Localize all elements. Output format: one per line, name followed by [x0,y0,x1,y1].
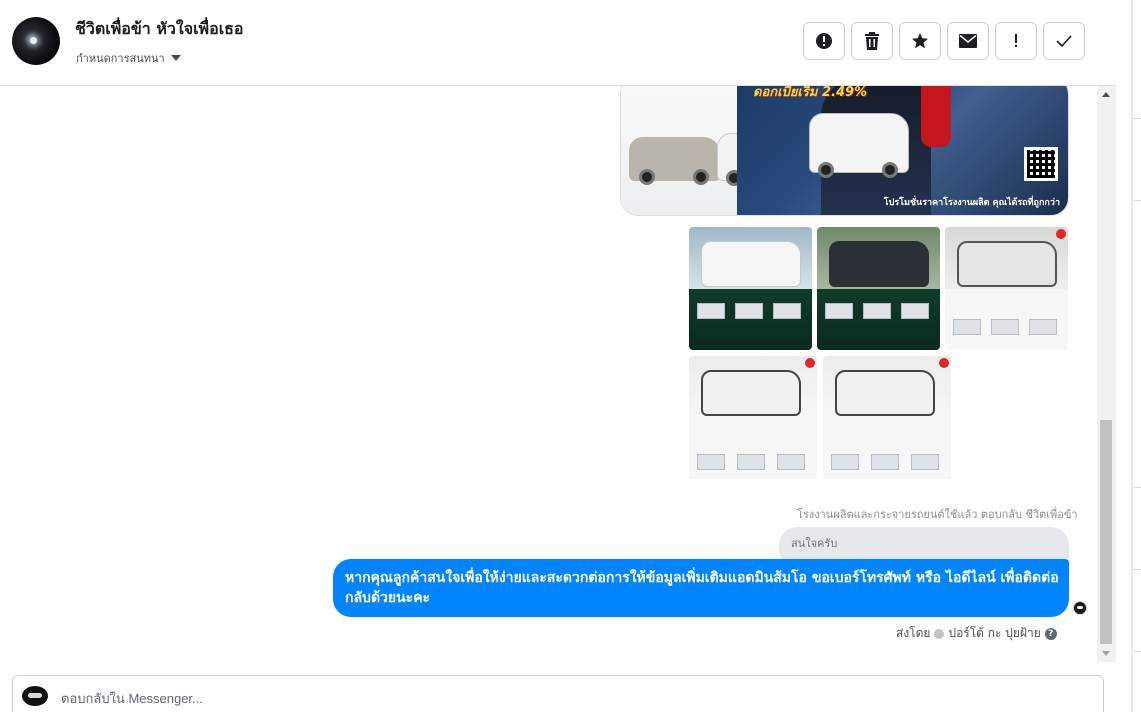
checkmark-icon [1056,35,1072,48]
trash-icon [865,32,879,50]
sent-by-info: ส่งโดย ปอร์โต้ กะ ปุยฝ้าย ? [896,624,1057,643]
qr-code-icon [1024,147,1058,181]
right-panel-divider-mark [1133,200,1141,201]
alert-circle-icon [816,33,832,49]
star-icon [912,33,928,49]
thumb-1[interactable] [689,227,812,350]
right-panel-divider-mark [1133,651,1141,652]
sender-status-icon [934,628,945,639]
follow-up-button[interactable] [995,22,1037,60]
outgoing-message-bubble[interactable]: หากคุณลูกค้าสนใจเพื่อให้ง่ายและสะดวกต่อก… [333,559,1069,617]
envelope-icon [959,34,977,48]
message-thread[interactable]: ดอกเบี้ยเริ่ม 2.49% โปรโมชั่นราคาโรงงานผ… [0,86,1097,662]
banner-caption: โปรโมชั่นราคาโรงงานผลิต คุณได้รถที่ถูกกว… [883,198,1060,208]
assign-conversation-dropdown[interactable]: กำหนดการสนทนา [76,49,181,67]
sender-name[interactable]: ปอร์โต้ กะ ปุยฝ้าย [948,624,1040,643]
exclamation-icon [1015,34,1017,47]
thumb-4[interactable] [689,356,817,484]
contact-avatar[interactable] [12,17,60,65]
right-panel-divider-mark [1133,569,1141,570]
reply-composer[interactable] [12,675,1104,712]
right-panel-divider [1131,0,1133,712]
right-panel-divider-mark [1133,118,1141,119]
mark-unread-button[interactable] [947,22,989,60]
thumb-5[interactable] [823,356,951,484]
reply-input[interactable] [61,686,1061,710]
promo-banner-image[interactable]: ดอกเบี้ยเริ่ม 2.49% โปรโมชั่นราคาโรงงานผ… [620,86,1069,216]
red-seat [921,86,951,147]
delete-button[interactable] [851,22,893,60]
sent-by-label: ส่งโดย [896,626,931,640]
quoted-message-text: สนใจครับ [791,537,838,550]
scrollbar-thumb[interactable] [1100,420,1112,644]
sedan-car [629,137,721,185]
scroll-up-arrow-icon[interactable] [1102,92,1110,97]
right-panel-divider-mark [1133,487,1141,488]
seen-avatar [1073,601,1087,615]
caret-down-icon [170,55,181,61]
thumb-2[interactable] [817,227,940,350]
thumb-3[interactable] [945,227,1068,350]
mark-spam-button[interactable] [803,22,845,60]
assign-conversation-label: กำหนดการสนทนา [76,52,165,65]
conversation-header: ชีวิตเพื่อข้า หัวใจเพื่อเธอ กำหนดการสนทน… [0,0,1116,86]
mark-done-button[interactable] [1043,22,1085,60]
banner-interest-rate: ดอกเบี้ยเริ่ม 2.49% [753,86,868,100]
message-thread-scrollbar[interactable] [1097,86,1116,662]
reply-context-note: โรงงานผลิตและกระจายรถยนต์ใช้แล้ว ตอบกลับ… [797,508,1078,521]
right-panel-edge [1116,0,1141,712]
cage-pickup-truck [809,113,909,178]
outgoing-message-text: หากคุณลูกค้าสนใจเพื่อให้ง่ายและสะดวกต่อก… [345,570,1059,606]
contact-name[interactable]: ชีวิตเพื่อข้า หัวใจเพื่อเธอ [75,17,244,42]
scroll-down-arrow-icon[interactable] [1102,651,1110,656]
star-button[interactable] [899,22,941,60]
messenger-inbox-view: ชีวิตเพื่อข้า หัวใจเพื่อเธอ กำหนดการสนทน… [0,0,1141,712]
help-icon[interactable]: ? [1044,627,1057,640]
page-avatar [22,686,48,706]
